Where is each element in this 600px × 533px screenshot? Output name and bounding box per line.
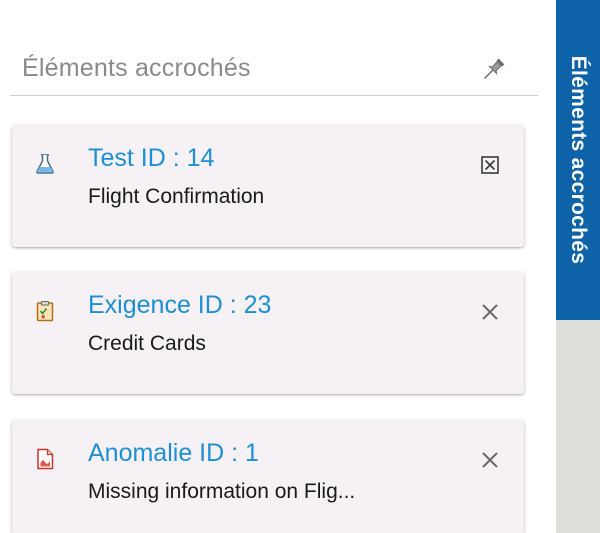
card-subtitle: Credit Cards — [88, 332, 206, 355]
rail-tab-pinned-items[interactable]: Éléments accrochés — [556, 0, 600, 320]
card-title-link[interactable]: Exigence ID : 23 — [88, 291, 271, 320]
close-icon[interactable] — [478, 300, 502, 324]
pinned-card-defect[interactable]: Anomalie ID : 1 Missing information on F… — [12, 420, 524, 533]
pinned-items-pane: Éléments accrochés Test ID: 14 Flight C… — [0, 0, 600, 533]
pin-icon[interactable] — [478, 55, 508, 85]
panel-title: Éléments accrochés — [22, 54, 251, 82]
card-subtitle: Flight Confirmation — [88, 185, 265, 208]
rail-tab-label: Éléments accrochés — [567, 55, 590, 265]
close-icon[interactable] — [478, 448, 502, 472]
pinned-card-requirement[interactable]: Exigence ID : 23 Credit Cards — [12, 272, 524, 394]
close-boxed-icon[interactable] — [478, 153, 502, 177]
flask-icon — [34, 153, 56, 175]
defect-document-icon — [34, 448, 56, 470]
pinned-card-test[interactable]: Test ID : 14 Flight Confirmation — [12, 125, 524, 247]
card-title-link[interactable]: Anomalie ID : 1 — [88, 439, 259, 468]
card-title-link[interactable]: Test ID : 14 — [88, 144, 214, 173]
pinned-items-panel: Éléments accrochés Test ID: 14 Flight C… — [0, 0, 548, 533]
panel-header: Éléments accrochés — [10, 45, 538, 96]
clipboard-icon — [34, 300, 56, 322]
card-subtitle: Missing information on Flig... — [88, 480, 356, 503]
